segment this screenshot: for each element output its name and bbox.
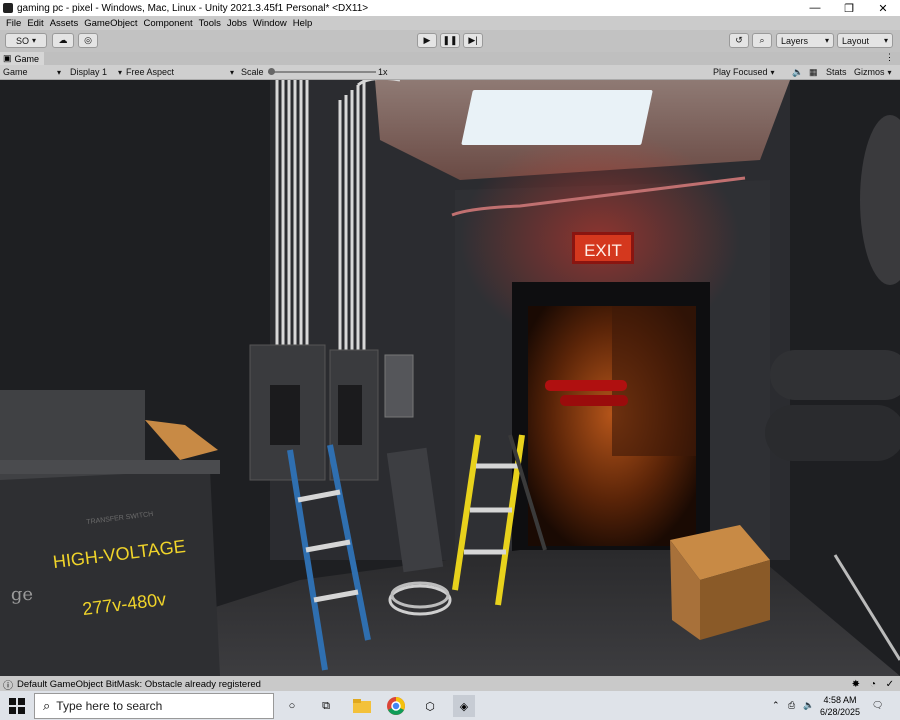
windows-start-icon[interactable] [6, 695, 28, 717]
console-status-bar[interactable]: ⓘ Default GameObject BitMask: Obstacle a… [0, 677, 900, 692]
network-icon[interactable]: ⎙ [788, 691, 795, 720]
aspect-label: Free Aspect [126, 67, 175, 77]
ge-logo: ge [11, 584, 33, 605]
collab-icon[interactable]: ◎ [78, 33, 98, 48]
windows-taskbar: ⌕ Type here to search ○ ⧉ ⬡ ◈ ⌃ ⎙ 🔈 4:58… [0, 691, 900, 720]
taskbar-clock[interactable]: 4:58 AM 6/28/2025 [820, 694, 860, 718]
cortana-icon[interactable]: ○ [281, 695, 303, 717]
scale-slider-handle[interactable] [268, 68, 275, 75]
game-mode-label: Game [3, 67, 28, 77]
transfer-switch-cabinet [0, 470, 220, 676]
game-viewport[interactable]: EXIT TRANSFER SWITCH HIGH-VOLTAGE 277v-4… [0, 80, 900, 676]
taskbar-search-box[interactable]: ⌕ Type here to search [34, 693, 274, 719]
menu-assets[interactable]: Assets [50, 18, 79, 29]
play-focused-label: Play Focused [713, 67, 768, 77]
step-button[interactable]: ▶| [463, 33, 483, 48]
menu-jobs[interactable]: Jobs [227, 18, 247, 29]
grid-stats-icon[interactable]: ▦ [809, 66, 818, 78]
minimize-button[interactable]: — [798, 0, 832, 16]
info-icon: ⓘ [3, 680, 13, 692]
window-title: gaming pc - pixel - Windows, Mac, Linux … [17, 2, 369, 14]
cache-icon[interactable]: ✸ [852, 679, 860, 690]
close-button[interactable]: ✕ [866, 0, 900, 16]
layers-dropdown[interactable]: Layers [776, 33, 834, 48]
menu-edit[interactable]: Edit [27, 18, 43, 29]
volume-icon[interactable]: 🔈 [803, 691, 814, 720]
scale-value: 1x [378, 67, 388, 77]
notification-icon[interactable]: 🗨 [872, 691, 883, 720]
menu-file[interactable]: File [6, 18, 21, 29]
scale-slider[interactable] [268, 66, 376, 78]
display-dropdown[interactable]: Display 1 [70, 66, 122, 78]
layers-label: Layers [781, 35, 809, 46]
task-view-icon[interactable]: ⧉ [315, 695, 337, 717]
cloud-icon[interactable]: ☁ [52, 33, 74, 48]
right-pipe-upper [770, 350, 900, 400]
scale-label: Scale [241, 67, 264, 77]
tray-chevron-icon[interactable]: ⌃ [772, 691, 780, 720]
scene-render: EXIT TRANSFER SWITCH HIGH-VOLTAGE 277v-4… [0, 80, 900, 676]
display-label: Display 1 [70, 67, 108, 77]
search-icon: ⌕ [43, 698, 51, 713]
play-button[interactable]: ▶ [417, 33, 437, 48]
menu-component[interactable]: Component [144, 18, 193, 29]
audio-icon[interactable]: 🔈 [792, 66, 803, 78]
search-placeholder: Type here to search [56, 699, 163, 713]
more-options-icon[interactable]: ⋮ [885, 52, 894, 63]
game-view-icon: ▣ [3, 53, 12, 63]
aspect-dropdown[interactable]: Free Aspect [126, 66, 234, 78]
clock-time: 4:58 AM [823, 695, 857, 705]
pause-button[interactable]: ❚❚ [440, 33, 460, 48]
file-explorer-icon[interactable] [351, 695, 373, 717]
stats-button[interactable]: Stats [826, 66, 847, 78]
gizmos-label: Gizmos [854, 67, 885, 77]
game-view-toolbar: Game Display 1 Free Aspect Scale 1x Play… [0, 65, 900, 80]
history-icon[interactable]: ↺ [729, 33, 749, 48]
exit-sign-text: EXIT [584, 241, 622, 260]
right-pipe-lower [765, 405, 900, 461]
menu-window[interactable]: Window [253, 18, 287, 29]
menu-gameobject[interactable]: GameObject [84, 18, 137, 29]
menu-tools[interactable]: Tools [199, 18, 221, 29]
status-message: Default GameObject BitMask: Obstacle alr… [17, 678, 261, 690]
layout-label: Layout [842, 35, 870, 46]
layout-dropdown[interactable]: Layout [837, 33, 893, 48]
check-icon[interactable]: ✓ [886, 679, 894, 690]
tab-game[interactable]: ▣ Game [0, 52, 44, 65]
account-label: SO [15, 35, 29, 46]
tab-game-label: Game [14, 53, 40, 64]
unity-logo-icon [3, 3, 13, 13]
gizmos-dropdown[interactable]: Gizmos [854, 66, 892, 78]
clock-date: 6/28/2025 [819, 707, 860, 717]
unity-editor-icon[interactable]: ◈ [453, 695, 475, 717]
chrome-icon[interactable] [385, 695, 407, 717]
unity-hub-icon[interactable]: ⬡ [419, 695, 441, 717]
account-dropdown[interactable]: SO [5, 33, 47, 48]
progress-icon[interactable]: ◔ [870, 679, 876, 690]
game-tab-bar: ▣ Game ⋮ [0, 52, 900, 65]
search-icon[interactable]: ⌕ [752, 33, 772, 48]
play-focused-dropdown[interactable]: Play Focused [713, 66, 775, 78]
window-titlebar: gaming pc - pixel - Windows, Mac, Linux … [0, 0, 900, 16]
game-mode-dropdown[interactable]: Game [3, 66, 61, 78]
menu-help[interactable]: Help [293, 18, 313, 29]
main-toolbar: SO ☁ ◎ ▶ ❚❚ ▶| ↺ ⌕ Layers Layout [0, 30, 900, 53]
maximize-button[interactable]: ❐ [832, 0, 866, 16]
menu-bar: File Edit Assets GameObject Component To… [0, 16, 900, 30]
